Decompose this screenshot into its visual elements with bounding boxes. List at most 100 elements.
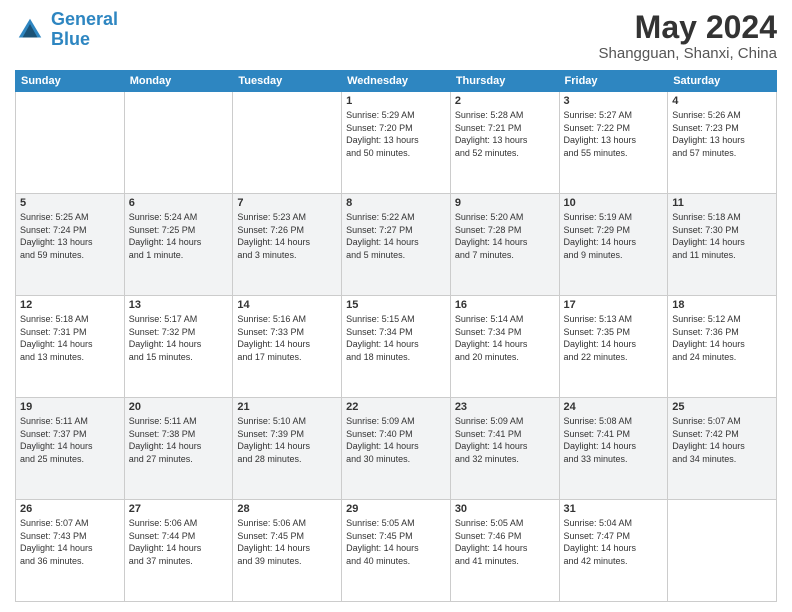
day-number: 12 <box>20 299 120 311</box>
day-info: Sunrise: 5:08 AM Sunset: 7:41 PM Dayligh… <box>564 415 664 465</box>
day-number: 10 <box>564 197 664 209</box>
logo-icon <box>15 15 45 45</box>
calendar-day-cell <box>124 92 233 194</box>
location-subtitle: Shangguan, Shanxi, China <box>599 45 777 62</box>
day-number: 4 <box>672 95 772 107</box>
day-info: Sunrise: 5:12 AM Sunset: 7:36 PM Dayligh… <box>672 313 772 363</box>
day-info: Sunrise: 5:27 AM Sunset: 7:22 PM Dayligh… <box>564 109 664 159</box>
day-info: Sunrise: 5:15 AM Sunset: 7:34 PM Dayligh… <box>346 313 446 363</box>
day-info: Sunrise: 5:09 AM Sunset: 7:41 PM Dayligh… <box>455 415 555 465</box>
calendar-week-row: 12 Sunrise: 5:18 AM Sunset: 7:31 PM Dayli… <box>16 296 777 398</box>
day-info: Sunrise: 5:20 AM Sunset: 7:28 PM Dayligh… <box>455 211 555 261</box>
day-info: Sunrise: 5:18 AM Sunset: 7:30 PM Dayligh… <box>672 211 772 261</box>
weekday-header: Sunday <box>16 71 125 92</box>
day-number: 23 <box>455 401 555 413</box>
day-info: Sunrise: 5:06 AM Sunset: 7:44 PM Dayligh… <box>129 517 229 567</box>
calendar-day-cell: 1Sunrise: 5:29 AM Sunset: 7:20 PM Daylig… <box>342 92 451 194</box>
calendar-day-cell: 17Sunrise: 5:13 AM Sunset: 7:35 PM Dayli… <box>559 296 668 398</box>
weekday-header: Tuesday <box>233 71 342 92</box>
calendar-day-cell <box>233 92 342 194</box>
day-info: Sunrise: 5:05 AM Sunset: 7:45 PM Dayligh… <box>346 517 446 567</box>
calendar-day-cell: 8 Sunrise: 5:22 AM Sunset: 7:27 PM Daylig… <box>342 194 451 296</box>
day-info: Sunrise: 5:16 AM Sunset: 7:33 PM Dayligh… <box>237 313 337 363</box>
calendar-header-row: SundayMondayTuesdayWednesdayThursdayFrid… <box>16 71 777 92</box>
calendar-week-row: 19 Sunrise: 5:11 AM Sunset: 7:37 PM Dayli… <box>16 398 777 500</box>
calendar-day-cell: 18Sunrise: 5:12 AM Sunset: 7:36 PM Dayli… <box>668 296 777 398</box>
day-number: 5 <box>20 197 120 209</box>
day-info: Sunrise: 5:18 AM Sunset: 7:31 PM Dayligh… <box>20 313 120 363</box>
calendar-day-cell: 2Sunrise: 5:28 AM Sunset: 7:21 PM Daylig… <box>450 92 559 194</box>
calendar-day-cell: 15Sunrise: 5:15 AM Sunset: 7:34 PM Dayli… <box>342 296 451 398</box>
calendar-day-cell: 22 Sunrise: 5:09 AM Sunset: 7:40 PM Dayli… <box>342 398 451 500</box>
day-number: 3 <box>564 95 664 107</box>
calendar: SundayMondayTuesdayWednesdayThursdayFrid… <box>15 70 777 602</box>
day-number: 6 <box>129 197 229 209</box>
calendar-day-cell: 29 Sunrise: 5:05 AM Sunset: 7:45 PM Dayli… <box>342 500 451 602</box>
page: General Blue May 2024 Shangguan, Shanxi,… <box>0 0 792 612</box>
calendar-day-cell: 6Sunrise: 5:24 AM Sunset: 7:25 PM Daylig… <box>124 194 233 296</box>
calendar-day-cell: 24 Sunrise: 5:08 AM Sunset: 7:41 PM Dayli… <box>559 398 668 500</box>
calendar-day-cell: 21 Sunrise: 5:10 AM Sunset: 7:39 PM Dayli… <box>233 398 342 500</box>
day-info: Sunrise: 5:17 AM Sunset: 7:32 PM Dayligh… <box>129 313 229 363</box>
day-number: 9 <box>455 197 555 209</box>
logo: General Blue <box>15 10 118 50</box>
day-info: Sunrise: 5:07 AM Sunset: 7:43 PM Dayligh… <box>20 517 120 567</box>
day-number: 24 <box>564 401 664 413</box>
day-number: 31 <box>564 503 664 515</box>
logo-text: General Blue <box>51 10 118 50</box>
day-info: Sunrise: 5:26 AM Sunset: 7:23 PM Dayligh… <box>672 109 772 159</box>
header: General Blue May 2024 Shangguan, Shanxi,… <box>15 10 777 62</box>
day-number: 11 <box>672 197 772 209</box>
calendar-week-row: 5Sunrise: 5:25 AM Sunset: 7:24 PM Daylig… <box>16 194 777 296</box>
month-title: May 2024 <box>599 10 777 45</box>
calendar-day-cell: 31 Sunrise: 5:04 AM Sunset: 7:47 PM Dayli… <box>559 500 668 602</box>
calendar-day-cell: 20 Sunrise: 5:11 AM Sunset: 7:38 PM Dayli… <box>124 398 233 500</box>
day-info: Sunrise: 5:09 AM Sunset: 7:40 PM Dayligh… <box>346 415 446 465</box>
calendar-day-cell: 28 Sunrise: 5:06 AM Sunset: 7:45 PM Dayli… <box>233 500 342 602</box>
day-number: 2 <box>455 95 555 107</box>
day-number: 19 <box>20 401 120 413</box>
day-info: Sunrise: 5:14 AM Sunset: 7:34 PM Dayligh… <box>455 313 555 363</box>
day-info: Sunrise: 5:11 AM Sunset: 7:38 PM Dayligh… <box>129 415 229 465</box>
day-info: Sunrise: 5:06 AM Sunset: 7:45 PM Dayligh… <box>237 517 337 567</box>
calendar-day-cell: 13 Sunrise: 5:17 AM Sunset: 7:32 PM Dayli… <box>124 296 233 398</box>
title-block: May 2024 Shangguan, Shanxi, China <box>599 10 777 62</box>
calendar-week-row: 26 Sunrise: 5:07 AM Sunset: 7:43 PM Dayli… <box>16 500 777 602</box>
day-info: Sunrise: 5:05 AM Sunset: 7:46 PM Dayligh… <box>455 517 555 567</box>
weekday-header: Thursday <box>450 71 559 92</box>
calendar-day-cell: 7Sunrise: 5:23 AM Sunset: 7:26 PM Daylig… <box>233 194 342 296</box>
day-number: 26 <box>20 503 120 515</box>
day-number: 20 <box>129 401 229 413</box>
day-number: 8 <box>346 197 446 209</box>
day-info: Sunrise: 5:10 AM Sunset: 7:39 PM Dayligh… <box>237 415 337 465</box>
day-info: Sunrise: 5:23 AM Sunset: 7:26 PM Dayligh… <box>237 211 337 261</box>
day-number: 30 <box>455 503 555 515</box>
day-number: 13 <box>129 299 229 311</box>
calendar-day-cell: 14 Sunrise: 5:16 AM Sunset: 7:33 PM Dayli… <box>233 296 342 398</box>
calendar-day-cell: 5Sunrise: 5:25 AM Sunset: 7:24 PM Daylig… <box>16 194 125 296</box>
day-info: Sunrise: 5:22 AM Sunset: 7:27 PM Dayligh… <box>346 211 446 261</box>
calendar-day-cell: 9 Sunrise: 5:20 AM Sunset: 7:28 PM Daylig… <box>450 194 559 296</box>
day-number: 22 <box>346 401 446 413</box>
day-info: Sunrise: 5:19 AM Sunset: 7:29 PM Dayligh… <box>564 211 664 261</box>
logo-line2: Blue <box>51 29 90 49</box>
calendar-week-row: 1Sunrise: 5:29 AM Sunset: 7:20 PM Daylig… <box>16 92 777 194</box>
day-info: Sunrise: 5:29 AM Sunset: 7:20 PM Dayligh… <box>346 109 446 159</box>
calendar-day-cell: 26 Sunrise: 5:07 AM Sunset: 7:43 PM Dayli… <box>16 500 125 602</box>
calendar-day-cell: 23 Sunrise: 5:09 AM Sunset: 7:41 PM Dayli… <box>450 398 559 500</box>
calendar-day-cell: 27Sunrise: 5:06 AM Sunset: 7:44 PM Dayli… <box>124 500 233 602</box>
day-number: 14 <box>237 299 337 311</box>
day-number: 28 <box>237 503 337 515</box>
day-number: 29 <box>346 503 446 515</box>
day-number: 25 <box>672 401 772 413</box>
calendar-day-cell: 19 Sunrise: 5:11 AM Sunset: 7:37 PM Dayli… <box>16 398 125 500</box>
day-info: Sunrise: 5:04 AM Sunset: 7:47 PM Dayligh… <box>564 517 664 567</box>
day-info: Sunrise: 5:11 AM Sunset: 7:37 PM Dayligh… <box>20 415 120 465</box>
calendar-day-cell <box>16 92 125 194</box>
calendar-day-cell <box>668 500 777 602</box>
calendar-day-cell: 30 Sunrise: 5:05 AM Sunset: 7:46 PM Dayli… <box>450 500 559 602</box>
day-number: 21 <box>237 401 337 413</box>
day-number: 16 <box>455 299 555 311</box>
day-info: Sunrise: 5:07 AM Sunset: 7:42 PM Dayligh… <box>672 415 772 465</box>
day-info: Sunrise: 5:13 AM Sunset: 7:35 PM Dayligh… <box>564 313 664 363</box>
